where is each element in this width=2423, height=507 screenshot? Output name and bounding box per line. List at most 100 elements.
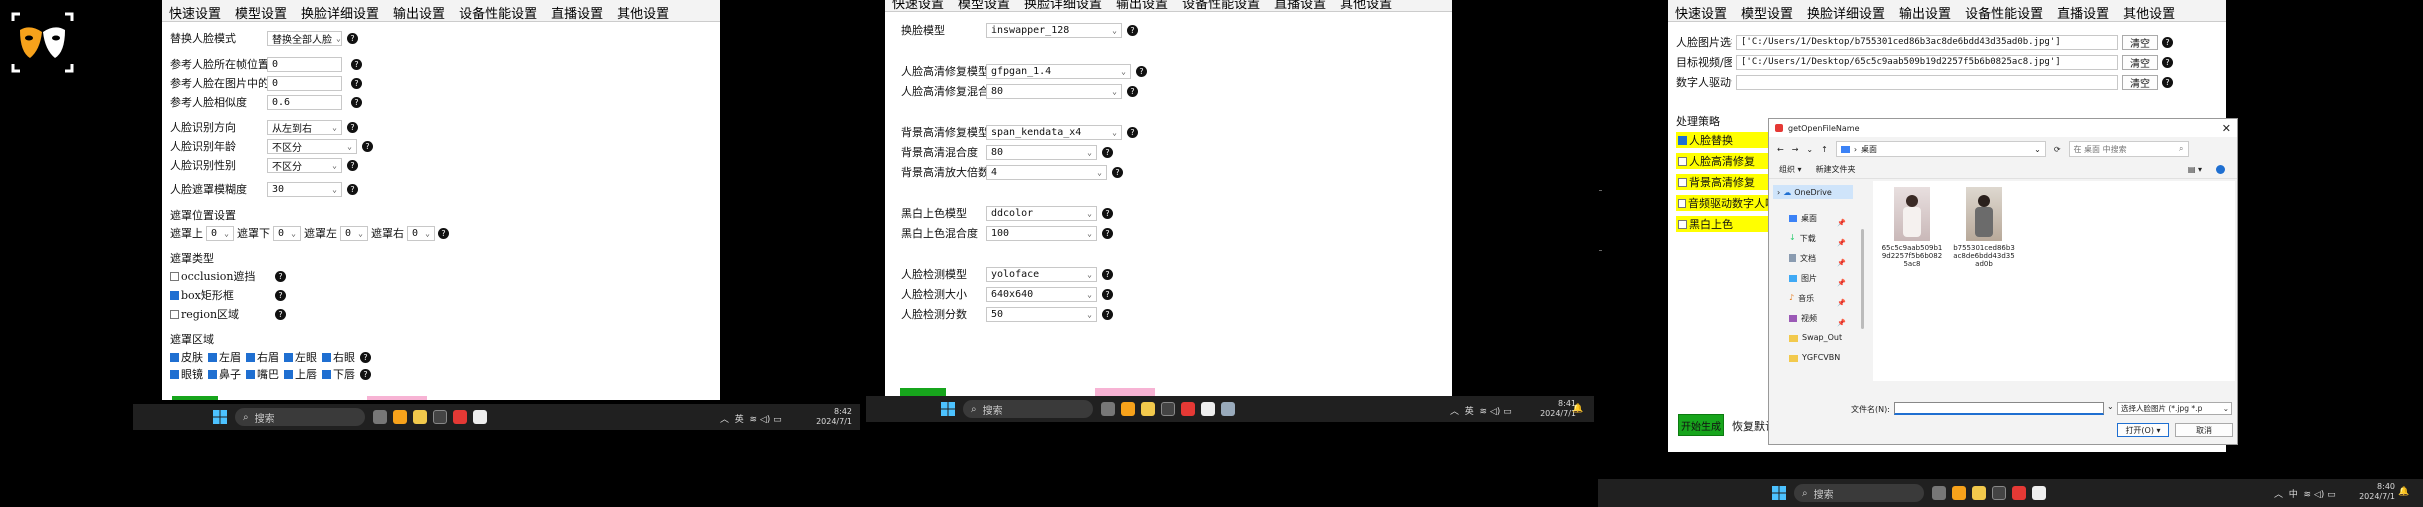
strategy-face-swap-checkbox[interactable]: 人脸替换: [1676, 132, 1776, 148]
region-skin-checkbox[interactable]: 皮肤: [170, 349, 203, 365]
app-white-icon[interactable]: [1201, 402, 1215, 416]
region-lower-lip-checkbox[interactable]: 下唇: [322, 366, 355, 382]
tab-device[interactable]: 设备性能设置: [452, 0, 544, 21]
help-icon[interactable]: ?: [351, 77, 362, 89]
tab-other[interactable]: 其他设置: [1333, 0, 1399, 11]
ref-similarity-input[interactable]: 0.6: [267, 94, 342, 110]
nav-item-onedrive[interactable]: › ☁ OneDrive: [1773, 185, 1853, 199]
audio-path-input[interactable]: [1736, 74, 2118, 90]
back-icon[interactable]: ←: [1777, 145, 1784, 154]
help-icon[interactable]: [2216, 165, 2225, 174]
nav-item-documents[interactable]: 文档: [1789, 253, 1816, 264]
mask-left-spinbox[interactable]: 0 ⌄: [340, 225, 368, 241]
face-image-path-input[interactable]: ['C:/Users/1/Desktop/b755301ced86b3ac8de…: [1736, 34, 2118, 50]
help-icon[interactable]: ?: [1112, 166, 1123, 178]
help-icon[interactable]: ?: [360, 368, 371, 380]
clear-audio-button[interactable]: 清空: [2122, 74, 2158, 90]
refresh-icon[interactable]: ⟳: [2054, 145, 2061, 154]
occlusion-checkbox[interactable]: occlusion遮挡: [170, 268, 265, 284]
start-button-partial[interactable]: [172, 396, 218, 400]
clear-face-image-button[interactable]: 清空: [2122, 34, 2158, 50]
region-right-eye-checkbox[interactable]: 右眼: [322, 349, 355, 365]
tab-device[interactable]: 设备性能设置: [1175, 0, 1267, 11]
new-folder-button[interactable]: 新建文件夹: [1816, 164, 1856, 175]
help-icon[interactable]: ?: [351, 58, 362, 70]
tab-other[interactable]: 其他设置: [610, 0, 676, 21]
region-checkbox[interactable]: region区域: [170, 306, 265, 322]
tray-icons[interactable]: ︿ 英 ≋ ◁) ▭: [720, 412, 782, 425]
target-media-path-input[interactable]: ['C:/Users/1/Desktop/65c5c9aab509b19d225…: [1736, 54, 2118, 70]
widgets-icon[interactable]: [1932, 486, 1946, 500]
up-icon[interactable]: ↑: [1821, 145, 1828, 154]
nav-item-music[interactable]: ♪ 音乐: [1789, 293, 1814, 304]
mask-blur-spinbox[interactable]: 30 ⌄: [267, 181, 342, 197]
clock[interactable]: 8:42 2024/7/1: [816, 407, 852, 427]
help-icon[interactable]: ?: [1102, 288, 1113, 300]
help-icon[interactable]: ?: [1102, 268, 1113, 280]
region-glasses-checkbox[interactable]: 眼镜: [170, 366, 203, 382]
region-upper-lip-checkbox[interactable]: 上唇: [284, 366, 317, 382]
taskbar-search[interactable]: ⌕ 搜索: [235, 408, 365, 426]
chevron-down-icon[interactable]: ⌄: [2107, 402, 2114, 411]
chevron-down-icon[interactable]: ⌄: [1806, 145, 1813, 154]
face-enhancer-select[interactable]: gfpgan_1.4 ⌄: [986, 63, 1131, 79]
nav-item-desktop[interactable]: 桌面: [1789, 213, 1817, 224]
taskbar-search[interactable]: ⌕ 搜索: [963, 400, 1093, 418]
notification-bell-icon[interactable]: 🔔: [2398, 487, 2409, 497]
mask-top-spinbox[interactable]: 0 ⌄: [206, 225, 234, 241]
start-generate-button[interactable]: 开始生成: [1678, 414, 1724, 436]
detector-size-select[interactable]: 640x640 ⌄: [986, 286, 1097, 302]
tab-live[interactable]: 直播设置: [1267, 0, 1333, 11]
strategy-lip-sync-checkbox[interactable]: 音频驱动数字人嘴: [1676, 195, 1776, 211]
app-red-icon[interactable]: [2012, 486, 2026, 500]
pink-button-partial[interactable]: [1095, 388, 1155, 396]
file-item[interactable]: 65c5c9aab509b19d2257f5b6b0825ac8: [1881, 187, 1943, 268]
ref-frame-input[interactable]: 0: [267, 56, 342, 72]
nav-item-swap-out[interactable]: Swap_Out: [1789, 333, 1842, 342]
terminal-icon[interactable]: [1992, 486, 2006, 500]
tab-output[interactable]: 输出设置: [386, 0, 452, 21]
help-icon[interactable]: ?: [360, 351, 371, 363]
help-icon[interactable]: ?: [275, 289, 286, 301]
terminal-icon[interactable]: [1161, 402, 1175, 416]
nav-item-ygfcvbn[interactable]: YGFCVBN: [1789, 353, 1840, 362]
windows-start-icon[interactable]: [211, 408, 229, 426]
nav-item-videos[interactable]: 视频: [1789, 313, 1817, 324]
help-icon[interactable]: ?: [2162, 36, 2173, 48]
strategy-colorize-checkbox[interactable]: 黑白上色: [1676, 216, 1776, 232]
swap-mode-select[interactable]: 替换全部人脸 ⌄: [267, 30, 342, 46]
open-button[interactable]: 打开(O) ▾: [2117, 423, 2169, 437]
region-nose-checkbox[interactable]: 鼻子: [208, 366, 241, 382]
tab-live[interactable]: 直播设置: [2050, 0, 2116, 21]
nav-item-downloads[interactable]: ↓ 下载: [1789, 233, 1816, 244]
facefusion-taskbar-icon[interactable]: [393, 410, 407, 424]
frame-enhancer-select[interactable]: span_kendata_x4 ⌄: [986, 124, 1122, 140]
tab-model[interactable]: 模型设置: [228, 0, 294, 21]
clock[interactable]: 8:41 2024/7/1: [1540, 399, 1576, 419]
app-white-icon[interactable]: [2032, 486, 2046, 500]
tab-swap-detail[interactable]: 换脸详细设置: [1800, 0, 1892, 21]
clear-target-media-button[interactable]: 清空: [2122, 54, 2158, 70]
app-red-icon[interactable]: [1181, 402, 1195, 416]
tab-swap-detail[interactable]: 换脸详细设置: [1017, 0, 1109, 11]
file-explorer-icon[interactable]: [1972, 486, 1986, 500]
windows-start-icon[interactable]: [1770, 484, 1788, 502]
tab-quick[interactable]: 快速设置: [1668, 0, 1734, 21]
dialog-search-input[interactable]: 在 桌面 中搜索 ⌕: [2068, 141, 2189, 157]
strategy-frame-enhance-checkbox[interactable]: 背景高清修复: [1676, 174, 1776, 190]
tab-other[interactable]: 其他设置: [2116, 0, 2182, 21]
help-icon[interactable]: ?: [362, 140, 373, 152]
file-type-filter[interactable]: 选择人脸图片 (*.jpg *.p ⌄: [2117, 402, 2232, 415]
tab-live[interactable]: 直播设置: [544, 0, 610, 21]
app-extra-icon[interactable]: [1221, 402, 1235, 416]
address-bar[interactable]: › 桌面 ⌄: [1835, 141, 2046, 157]
tab-quick[interactable]: 快速设置: [162, 0, 228, 21]
tab-device[interactable]: 设备性能设置: [1958, 0, 2050, 21]
help-icon[interactable]: ?: [2162, 56, 2173, 68]
detector-score-spinbox[interactable]: 50 ⌄: [986, 306, 1097, 322]
help-icon[interactable]: ?: [1102, 308, 1113, 320]
file-explorer-icon[interactable]: [413, 410, 427, 424]
detector-model-select[interactable]: yoloface ⌄: [986, 266, 1097, 282]
facefusion-taskbar-icon[interactable]: [1121, 402, 1135, 416]
tab-quick[interactable]: 快速设置: [885, 0, 951, 11]
